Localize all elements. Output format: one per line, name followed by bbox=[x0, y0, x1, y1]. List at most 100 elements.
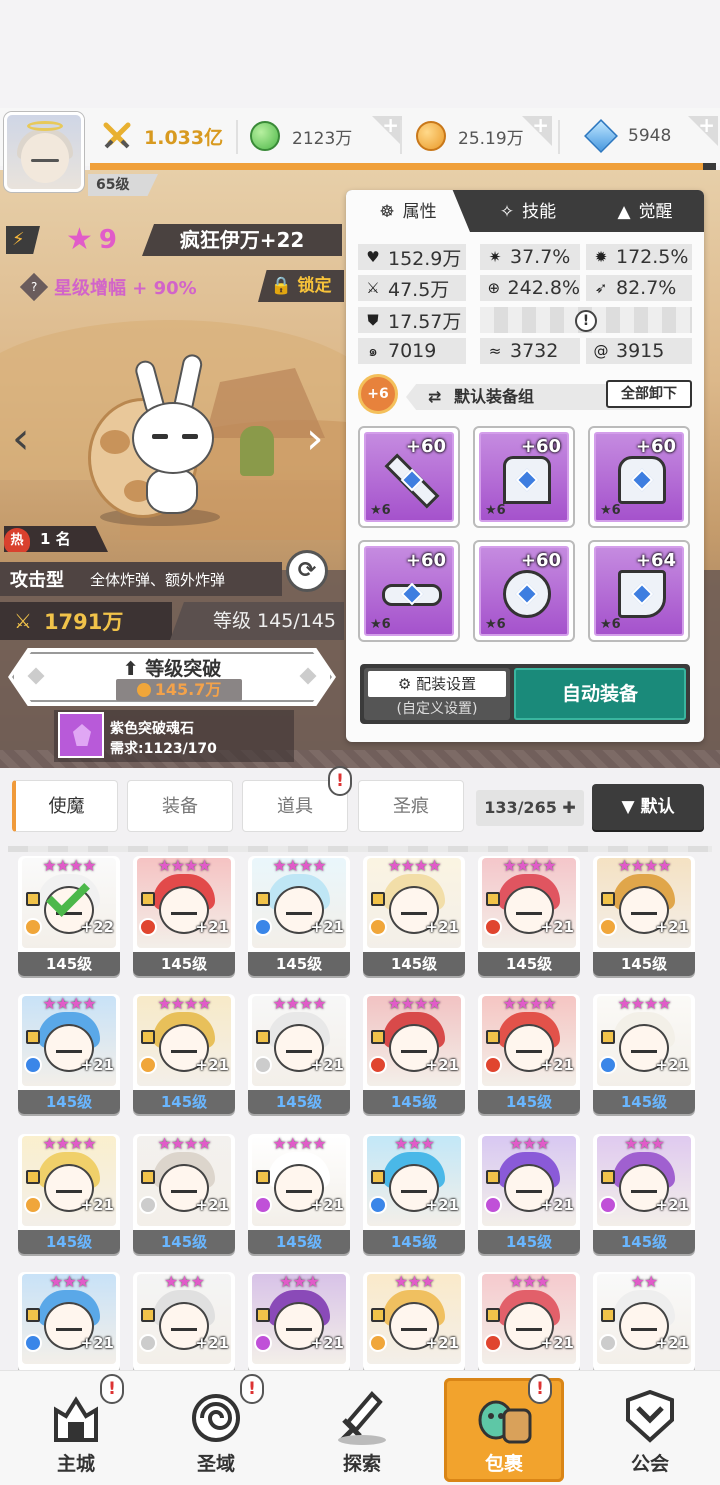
familiar-stars: ★★★ bbox=[48, 1272, 90, 1291]
familiar-card[interactable]: ★★★ +21 145级 bbox=[363, 1134, 465, 1254]
question-icon[interactable]: ? bbox=[19, 272, 49, 302]
auto-equip-button[interactable]: 自动装备 bbox=[514, 668, 686, 720]
combat-power-value: 1.033亿 bbox=[144, 126, 224, 149]
notice-icon: ! bbox=[100, 1374, 124, 1404]
familiar-level: 145级 bbox=[593, 952, 695, 976]
familiar-level: 145级 bbox=[593, 1090, 695, 1114]
soulstone-name: 紫色突破魂石 bbox=[110, 721, 194, 737]
lock-icon bbox=[601, 1170, 615, 1184]
tab-awaken[interactable]: ▲ 觉醒 bbox=[586, 190, 704, 232]
player-avatar[interactable] bbox=[4, 112, 84, 192]
familiar-level: 145级 bbox=[593, 1230, 695, 1254]
familiar-card[interactable]: ★★★ +21 bbox=[18, 1272, 120, 1372]
unequip-all-button[interactable]: 全部卸下 bbox=[606, 380, 692, 408]
lock-icon bbox=[141, 892, 155, 906]
equip-slot-boots[interactable]: +64 ★6 bbox=[588, 540, 690, 642]
familiar-stars: ★★★ bbox=[393, 1272, 435, 1291]
nav-guild[interactable]: 公会 bbox=[590, 1378, 710, 1482]
familiar-plus: +21 bbox=[540, 918, 574, 936]
familiar-card[interactable]: ★★ +21 bbox=[593, 1272, 695, 1372]
equip-slot-necklace[interactable]: +60 ★6 bbox=[473, 540, 575, 642]
breakthrough-title: 等级突破 bbox=[145, 658, 222, 680]
familiar-card[interactable]: ★★★★ +21 145级 bbox=[18, 1134, 120, 1254]
familiar-stars: ★★★★ bbox=[157, 994, 211, 1013]
lock-icon bbox=[371, 1030, 385, 1044]
familiar-card[interactable]: ★★★ +21 bbox=[363, 1272, 465, 1372]
familiar-stars: ★★ bbox=[630, 1272, 659, 1291]
soulstone-requirement-text: 需求:1123/170 bbox=[110, 741, 217, 757]
familiar-card[interactable]: ★★★ +21 145级 bbox=[593, 1134, 695, 1254]
lock-button[interactable]: 🔒 锁定 bbox=[258, 270, 344, 302]
lock-icon bbox=[371, 1308, 385, 1322]
familiar-card[interactable]: ★★★★ +21 145级 bbox=[248, 1134, 350, 1254]
tab-skills[interactable]: ✧ 技能 bbox=[470, 190, 586, 232]
familiar-card[interactable]: ★★★★ +21 145级 bbox=[248, 856, 350, 976]
element-icon bbox=[254, 1334, 272, 1352]
familiar-card[interactable]: ★★★★ +21 145级 bbox=[593, 856, 695, 976]
element-icon bbox=[599, 1056, 617, 1074]
equip-slot-armor[interactable]: +60 ★6 bbox=[588, 426, 690, 528]
familiar-card[interactable]: ★★★ +21 bbox=[248, 1272, 350, 1372]
gold-currency: 25.19万 bbox=[416, 118, 524, 154]
familiar-card[interactable]: ★★★★ +21 145级 bbox=[18, 994, 120, 1114]
familiar-card[interactable]: ★★★★ +21 145级 bbox=[593, 994, 695, 1114]
blue-crystal-icon bbox=[584, 119, 618, 153]
loadout-settings-button[interactable]: ⚙ 配装设置 (自定义设置) bbox=[364, 668, 510, 720]
nav-label: 圣域 bbox=[196, 1453, 235, 1475]
lock-icon bbox=[486, 1030, 500, 1044]
familiar-plus: +21 bbox=[195, 918, 229, 936]
prev-hero-arrow[interactable]: ‹ bbox=[12, 414, 42, 464]
hero-skill-desc: 全体炸弹、额外炸弹 bbox=[90, 570, 226, 589]
familiar-card[interactable]: ★★★★ +21 145级 bbox=[133, 994, 235, 1114]
familiar-plus: +21 bbox=[425, 1056, 459, 1074]
rotate-view-button[interactable]: ⟳ bbox=[286, 550, 328, 592]
soulstone-requirement[interactable]: 紫色突破魂石 需求:1123/170 bbox=[54, 710, 294, 762]
familiar-level: 145级 bbox=[363, 1090, 465, 1114]
familiar-card[interactable]: ★★★★ +21 145级 bbox=[363, 994, 465, 1114]
familiar-card[interactable]: ★★★★ +21 145级 bbox=[478, 856, 580, 976]
familiar-card[interactable]: ★★★★ +22 145级 bbox=[18, 856, 120, 976]
level-breakthrough-button[interactable]: ⬆ 等级突破 145.7万 bbox=[8, 648, 336, 706]
player-level: 65级 bbox=[88, 174, 158, 196]
next-hero-arrow[interactable]: › bbox=[306, 414, 336, 464]
familiar-card[interactable]: ★★★ +21 bbox=[133, 1272, 235, 1372]
familiar-level: 145级 bbox=[248, 1230, 350, 1254]
notice-icon: ! bbox=[240, 1374, 264, 1404]
sort-dropdown[interactable]: ▼ 默认 bbox=[592, 784, 704, 830]
familiar-level: 145级 bbox=[363, 1230, 465, 1254]
familiar-card[interactable]: ★★★ +21 bbox=[478, 1272, 580, 1372]
stat-accuracy: ⊕ 242.8% bbox=[480, 275, 580, 301]
tab-equipment[interactable]: 装备 bbox=[127, 780, 233, 832]
familiar-stars: ★★★ bbox=[508, 1134, 550, 1153]
element-icon bbox=[24, 1056, 42, 1074]
tab-stigmata[interactable]: 圣痕 bbox=[358, 780, 464, 832]
castle-icon bbox=[46, 1390, 106, 1446]
tab-familiars[interactable]: 使魔 bbox=[12, 780, 118, 832]
inventory-count[interactable]: 133/265 ✚ bbox=[476, 790, 584, 826]
familiar-card[interactable]: ★★★★ +21 145级 bbox=[248, 994, 350, 1114]
more-stats-indicator[interactable]: ! bbox=[480, 307, 692, 333]
familiar-card[interactable]: ★★★★ +21 145级 bbox=[133, 856, 235, 976]
familiar-plus: +21 bbox=[80, 1334, 114, 1352]
familiar-card[interactable]: ★★★ +21 145级 bbox=[478, 1134, 580, 1254]
equip-slot-belt[interactable]: +60 ★6 bbox=[358, 540, 460, 642]
familiar-plus: +21 bbox=[540, 1196, 574, 1214]
familiar-plus: +21 bbox=[540, 1334, 574, 1352]
gold-coin-icon bbox=[416, 121, 446, 151]
familiar-card[interactable]: ★★★★ +21 145级 bbox=[363, 856, 465, 976]
equip-slot-sword[interactable]: +60 ★6 bbox=[358, 426, 460, 528]
familiar-level: 145级 bbox=[133, 1230, 235, 1254]
familiar-stars: ★★★★ bbox=[157, 856, 211, 875]
equip-slot-crown[interactable]: +60 ★6 bbox=[473, 426, 575, 528]
lock-icon bbox=[141, 1170, 155, 1184]
familiar-plus: +22 bbox=[80, 918, 114, 936]
tab-attributes[interactable]: ☸ 属性 bbox=[346, 190, 470, 232]
familiar-card[interactable]: ★★★★ +21 145级 bbox=[478, 994, 580, 1114]
equip-level-badge: +6 bbox=[358, 374, 398, 414]
familiar-card[interactable]: ★★★★ +21 145级 bbox=[133, 1134, 235, 1254]
star-boost[interactable]: ? 星级增幅 + 90% bbox=[19, 272, 197, 302]
stat-attack: ⚔ 47.5万 bbox=[358, 275, 466, 301]
nav-sword[interactable]: 探索 bbox=[302, 1378, 422, 1482]
element-icon bbox=[599, 918, 617, 936]
familiar-plus: +21 bbox=[425, 1334, 459, 1352]
